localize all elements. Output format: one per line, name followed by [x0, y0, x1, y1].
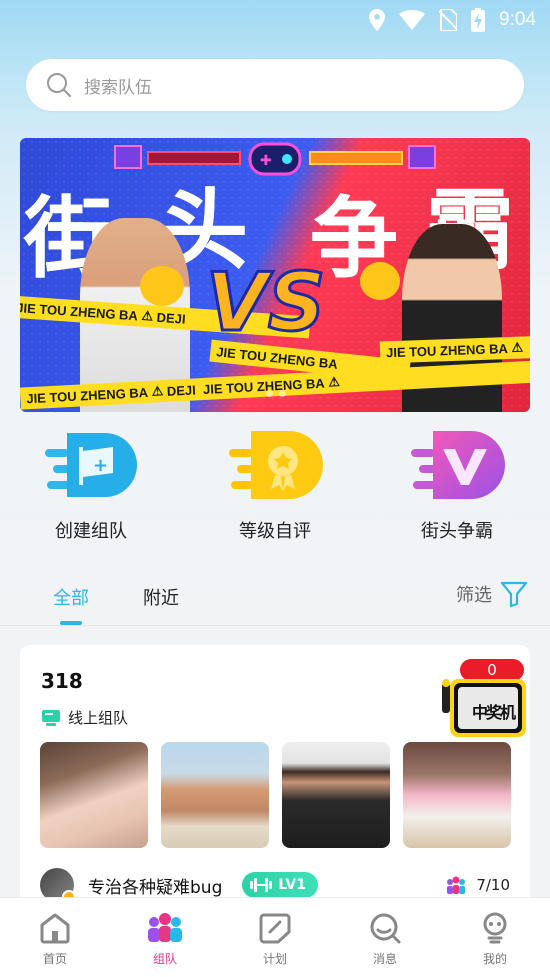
- nav-label: 消息: [372, 952, 397, 966]
- quick-action-create-team[interactable]: + 创建组队: [16, 425, 166, 543]
- dumbbell-icon: [250, 878, 273, 892]
- filter-button[interactable]: 筛选: [456, 580, 528, 608]
- tab-all[interactable]: 全部: [53, 584, 89, 610]
- tape-text: JIE TOU ZHENG BA: [385, 340, 509, 360]
- quick-action-label: 街头争霸: [421, 521, 493, 542]
- team-icon: [148, 913, 182, 942]
- nav-label: 我的: [482, 952, 507, 966]
- battery-charging-icon: [471, 8, 486, 32]
- nav-messages[interactable]: 消息: [330, 898, 440, 977]
- svg-text:✚: ✚: [260, 153, 272, 169]
- home-icon: [40, 913, 70, 944]
- tabs-divider: [0, 625, 550, 626]
- nav-label: 首页: [42, 952, 67, 966]
- quick-action-street-battle[interactable]: 街头争霸: [382, 425, 532, 543]
- member-photo[interactable]: [403, 742, 511, 848]
- banner-dot: [279, 390, 286, 397]
- member-photo[interactable]: [282, 742, 390, 848]
- vs-logo: VS: [205, 255, 328, 351]
- nav-profile[interactable]: 我的: [440, 898, 550, 977]
- no-sim-icon: [439, 9, 458, 31]
- slot-machine-text: 中奖机: [472, 703, 516, 722]
- glove-left: [140, 266, 184, 306]
- filter-label: 筛选: [456, 585, 492, 606]
- member-count-text: 7/10: [476, 876, 510, 894]
- tape-tag: DEJI: [166, 381, 197, 399]
- lottery-count: 0: [460, 659, 524, 681]
- quick-action-label: 等级自评: [239, 521, 311, 542]
- status-time: 9:04: [499, 9, 536, 30]
- tape-text: JIE TOU ZHENG BA: [25, 384, 149, 406]
- location-icon: [369, 9, 386, 31]
- tape-text: JIE TOU ZHENG BA: [202, 375, 326, 397]
- tab-nearby[interactable]: 附近: [143, 584, 179, 610]
- team-card[interactable]: 318 线上组队 0 中奖机 专治各种疑难bug LV1 7/10: [20, 645, 530, 925]
- street-battle-v-icon: [409, 425, 505, 505]
- plan-icon: [259, 913, 291, 944]
- member-count: 7/10: [446, 876, 510, 894]
- search-icon: [47, 73, 71, 97]
- quick-action-label: 创建组队: [55, 521, 127, 542]
- message-icon: [370, 913, 401, 944]
- status-bar: 9:04: [0, 0, 550, 40]
- level-text: LV1: [278, 877, 306, 893]
- profile-icon: [483, 912, 507, 944]
- wifi-icon: [399, 10, 426, 30]
- lottery-machine-badge[interactable]: 0 中奖机: [440, 657, 526, 741]
- member-photos: [40, 742, 511, 848]
- glove-right: [360, 262, 400, 300]
- members-icon: [447, 876, 466, 894]
- member-photo[interactable]: [161, 742, 269, 848]
- nav-plan[interactable]: 计划: [220, 898, 330, 977]
- bottom-navigation: 首页 组队 计划 消息 我的: [0, 897, 550, 977]
- level-medal-icon: [227, 425, 323, 505]
- owner-name: 专治各种疑难bug: [88, 877, 223, 898]
- svg-text:+: +: [93, 455, 108, 476]
- tape-text: JIE TOU ZHENG BA: [20, 299, 139, 323]
- nav-label: 计划: [262, 952, 287, 966]
- team-title: 318: [41, 669, 83, 693]
- nav-label: 组队: [152, 952, 177, 966]
- filter-icon: [500, 581, 528, 608]
- create-team-flag-icon: +: [43, 425, 139, 505]
- monitor-icon: [42, 709, 60, 726]
- tape-tag: DEJI: [156, 309, 187, 327]
- banner-dot: [266, 390, 273, 397]
- promo-banner[interactable]: ✚ 街 头 争 霸 JIE TOU ZHENG BA ⚠ DEJI JIE TO…: [20, 138, 530, 412]
- quick-action-level-assessment[interactable]: 等级自评: [200, 425, 350, 543]
- team-type-label: 线上组队: [68, 709, 129, 727]
- level-badge: LV1: [242, 872, 318, 898]
- member-photo[interactable]: [40, 742, 148, 848]
- nav-home[interactable]: 首页: [0, 898, 110, 977]
- team-type: 线上组队: [42, 707, 128, 728]
- banner-pagination: [266, 390, 286, 397]
- nav-team[interactable]: 组队: [110, 898, 220, 977]
- search-bar[interactable]: 搜索队伍: [26, 59, 524, 111]
- team-tabs: 全部 附近 筛选: [0, 570, 550, 626]
- search-placeholder: 搜索队伍: [84, 77, 152, 98]
